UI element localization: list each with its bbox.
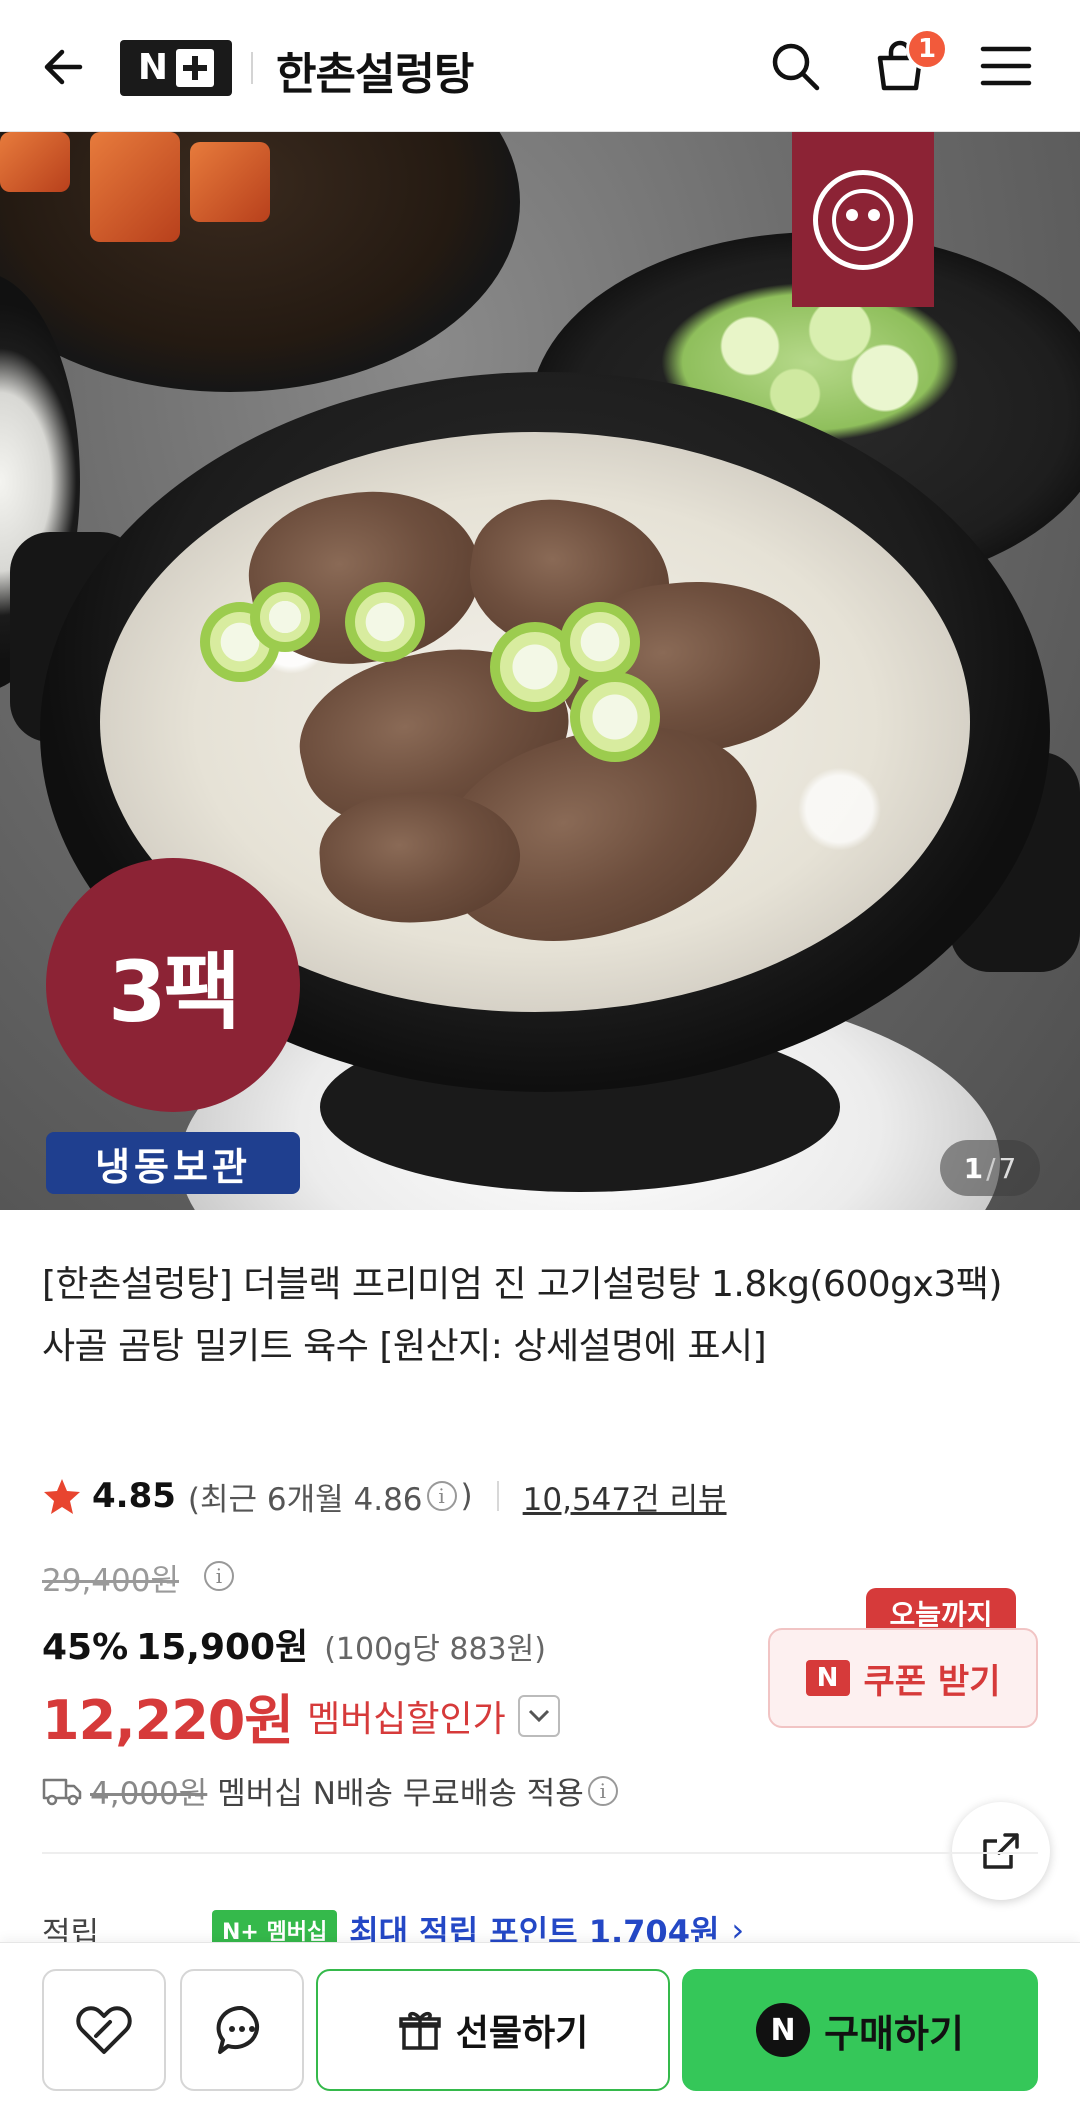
wishlist-button[interactable] [42, 1969, 166, 2091]
recent-rating: (최근 6개월 4.86 i ) [188, 1474, 473, 1519]
scallion-slice [250, 582, 320, 652]
star-icon [44, 1479, 80, 1514]
buy-button[interactable]: N 구매하기 [682, 1969, 1038, 2091]
naver-coupon-icon: N [805, 1660, 850, 1696]
top-header: N 한촌설렁탕 1 [0, 0, 1080, 132]
recent-rating-text: (최근 6개월 4.86 [187, 1481, 423, 1518]
back-button[interactable] [36, 40, 90, 94]
scallion-slice [560, 602, 640, 682]
shipping-text: 멤버십 N배송 무료배송 적용 [217, 1776, 584, 1812]
member-price: 12,220원 [42, 1689, 294, 1752]
member-price-toggle[interactable] [517, 1694, 560, 1737]
coupon-button[interactable]: N 쿠폰 받기 [768, 1628, 1038, 1728]
original-price: 29,400원 [42, 1563, 179, 1599]
naver-pay-icon: N [756, 2003, 811, 2057]
chevron-down-icon [528, 1709, 549, 1722]
bottom-action-bar: 선물하기 N 구매하기 [0, 1942, 1080, 2120]
sale-price-row: 45% 15,900원 (100g당 883원) [42, 1618, 546, 1670]
cart-count-badge: 1 [906, 28, 948, 70]
arrow-left-icon [44, 49, 83, 85]
share-icon [983, 1833, 1019, 1869]
nplus-store-logo[interactable]: N [120, 40, 232, 96]
search-icon [772, 43, 820, 91]
rating-divider [496, 1481, 499, 1511]
shipping-info-icon[interactable]: i [587, 1775, 618, 1806]
original-shipping-fee: 4,000원 [90, 1776, 208, 1812]
search-button[interactable] [765, 36, 825, 96]
rating-value: 4.85 [92, 1476, 176, 1516]
frozen-storage-tag: 냉동보관 [46, 1132, 300, 1194]
member-price-row: 12,220원 멤버십할인가 [42, 1676, 560, 1755]
kimchi-piece [90, 132, 180, 242]
sale-price: 15,900원 [136, 1627, 309, 1668]
scallion-slice [570, 672, 660, 762]
recent-rating-close: ) [460, 1478, 473, 1514]
brand-logo-tag [792, 132, 934, 307]
scallion-slice [345, 582, 425, 662]
heart-icon [76, 2006, 132, 2054]
header-divider [251, 52, 253, 84]
gift-button[interactable]: 선물하기 [316, 1969, 670, 2091]
image-counter-separator: / [986, 1151, 996, 1185]
price-info-icon[interactable]: i [204, 1561, 234, 1591]
menu-icon [980, 46, 1032, 86]
kimchi-piece [0, 132, 70, 192]
share-button[interactable] [952, 1802, 1050, 1900]
plus-icon [176, 49, 215, 87]
pack-count-label: 3팩 [108, 942, 241, 1041]
image-current-index: 1 [963, 1151, 984, 1185]
pack-count-badge: 3팩 [46, 858, 300, 1112]
info-icon[interactable]: i [426, 1481, 457, 1511]
nplus-logo-n: N [137, 47, 169, 88]
coupon-button-label: 쿠폰 받기 [863, 1661, 1001, 1702]
buy-button-label: 구매하기 [824, 2011, 964, 2056]
section-divider [42, 1852, 1038, 1854]
discount-rate: 45% [42, 1627, 129, 1668]
brand-seal-icon [813, 169, 913, 270]
talk-button[interactable] [180, 1969, 304, 2091]
shipping-row: 4,000원 멤버십 N배송 무료배송 적용 i [42, 1768, 622, 1813]
store-title[interactable]: 한촌설렁탕 [276, 38, 474, 102]
image-counter: 1/7 [940, 1140, 1040, 1196]
rating-row: 4.85 (최근 6개월 4.86 i ) 10,547건 리뷰 [42, 1474, 727, 1518]
review-count-link[interactable]: 10,547건 리뷰 [523, 1474, 727, 1519]
member-price-label: 멤버십할인가 [307, 1698, 506, 1740]
kimchi-piece [190, 142, 270, 222]
product-title: [한촌설렁탕] 더블랙 프리미엄 진 고기설렁탕 1.8kg(600gx3팩) … [42, 1264, 1002, 1367]
menu-button[interactable] [976, 36, 1036, 96]
gift-icon [399, 2011, 441, 2050]
product-image-carousel[interactable]: 3팩 냉동보관 1/7 [0, 132, 1080, 1210]
unit-price: (100g당 883원) [324, 1632, 546, 1667]
gift-button-label: 선물하기 [455, 2013, 589, 2054]
truck-icon [42, 1778, 82, 1805]
chat-bubble-icon [216, 2005, 260, 2054]
image-total-count: 7 [998, 1151, 1017, 1185]
